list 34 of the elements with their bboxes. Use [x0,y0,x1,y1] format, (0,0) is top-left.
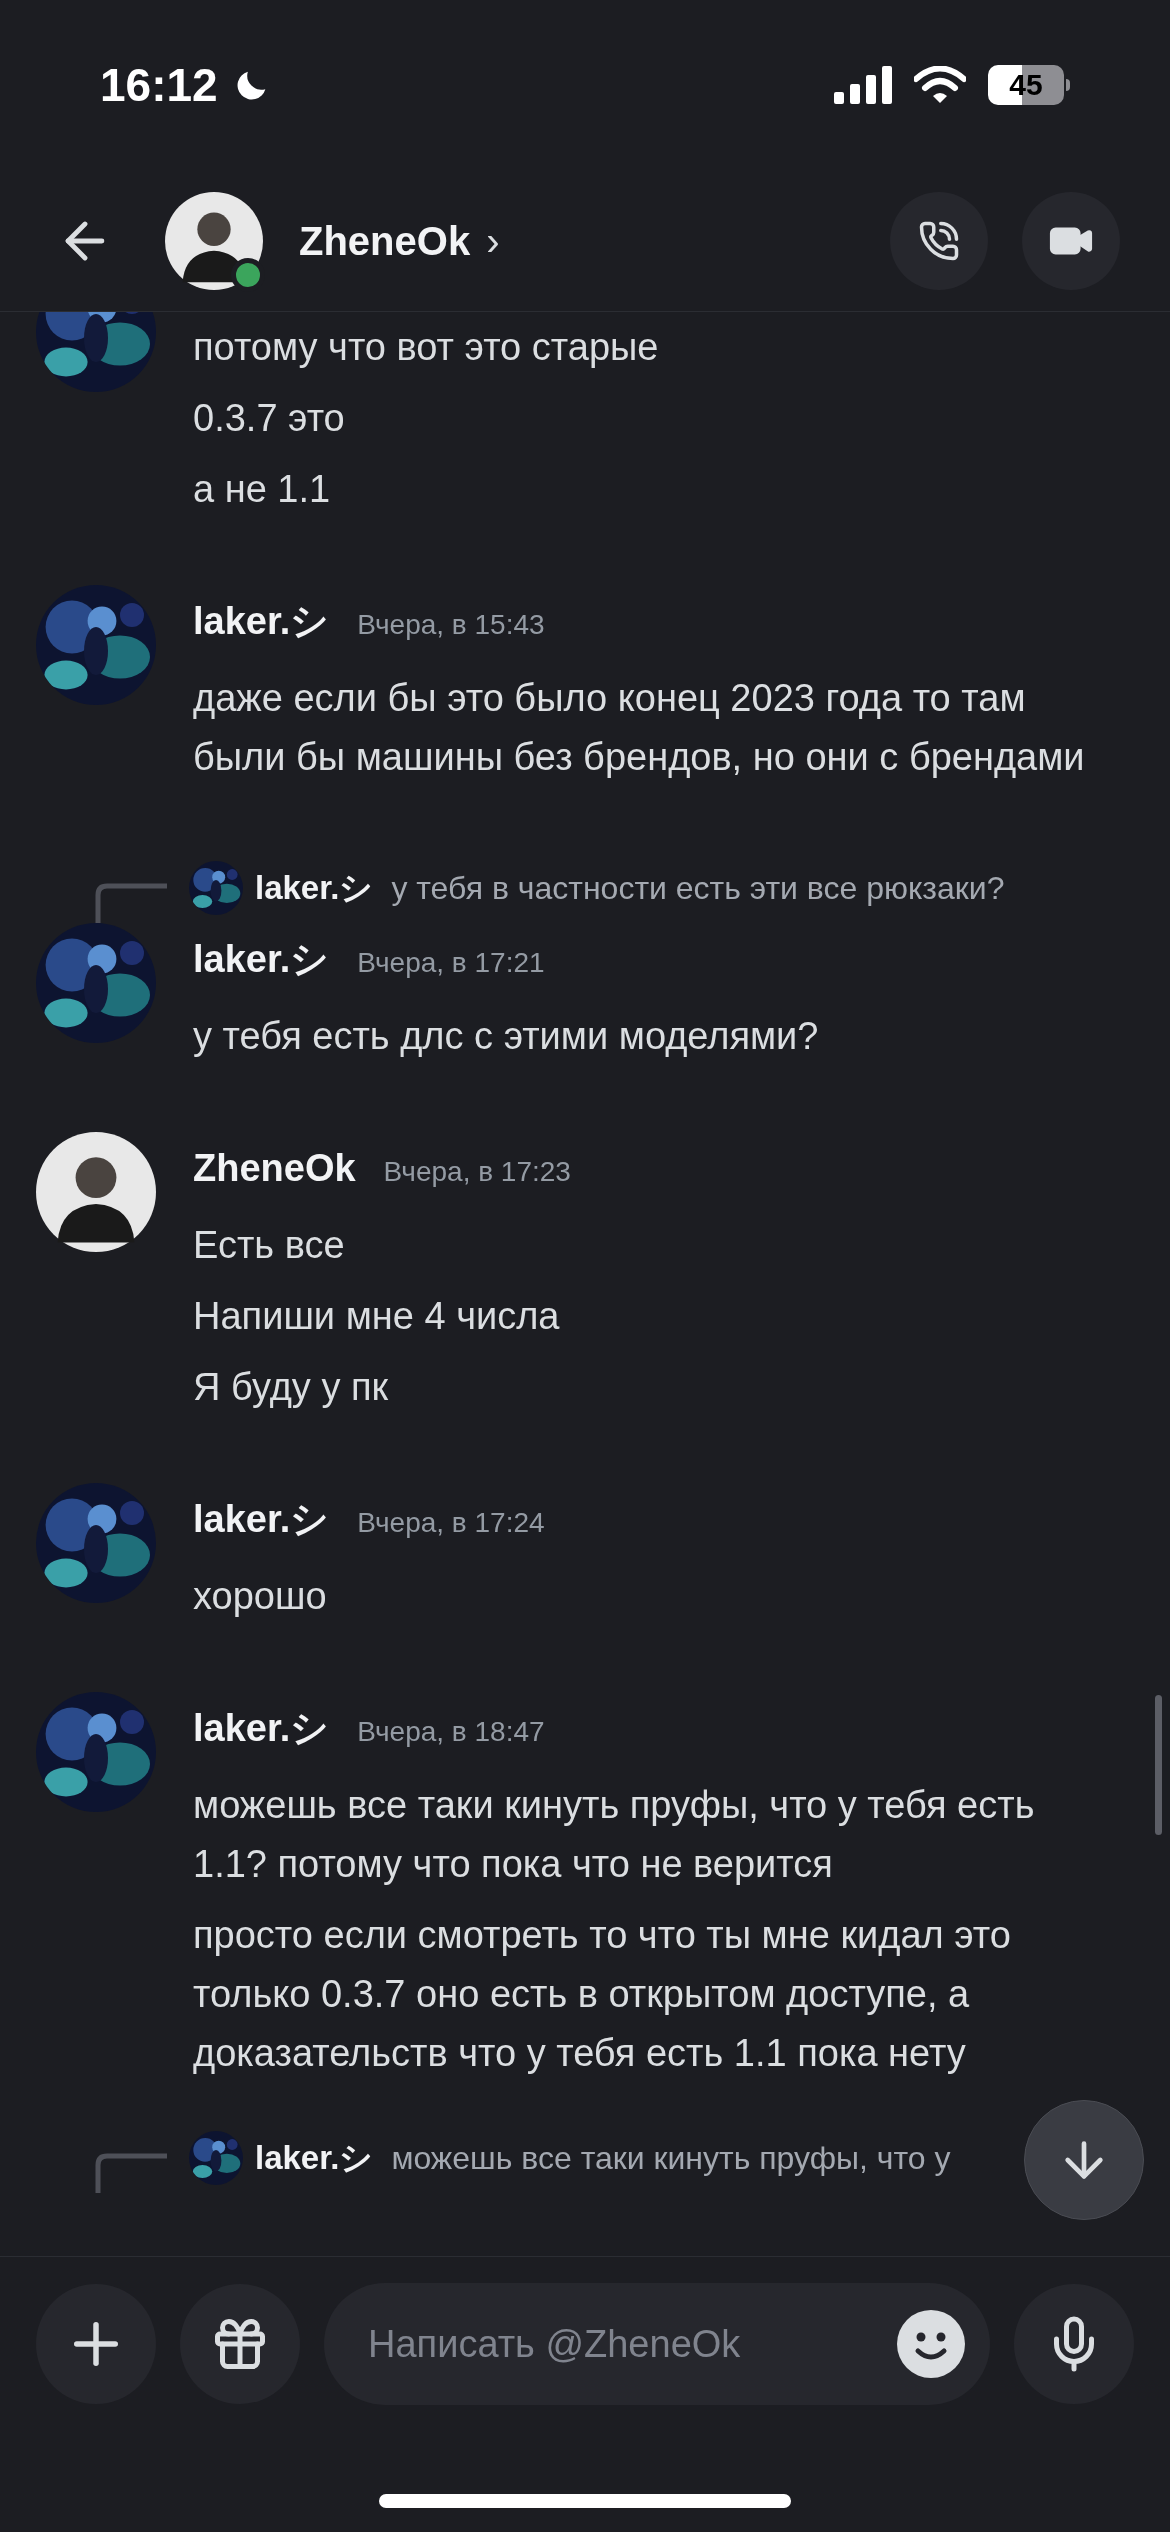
timestamp: Вчера, в 17:21 [357,946,545,980]
signal-icon [834,66,892,104]
message-text: просто если смотреть то что ты мне кидал это только 0.3.7 оно есть в открытом доступе, а доказательств что у тебя есть 1.1 пока нету [193,1913,1012,2076]
status-time: 16:12 [100,57,218,113]
timestamp: Вчера, в 17:24 [357,1506,545,1540]
reply-author: laker.シ [255,2138,374,2179]
timestamp: Вчера, в 17:23 [383,1155,571,1189]
author-name[interactable]: laker.シ [193,931,330,988]
phone-icon [918,219,960,262]
timestamp: Вчера, в 15:43 [357,608,545,642]
emoji-icon[interactable] [896,2309,966,2379]
author-name[interactable]: laker.シ [193,593,330,650]
reply-author: laker.シ [255,868,374,909]
message-text: потому что вот это старые [193,325,660,370]
message-text: Есть все [193,1223,346,1268]
message-input[interactable]: Написать @ZheneOk [324,2283,990,2405]
message-text: Я буду у пк [193,1365,390,1410]
author-name[interactable]: laker.シ [193,1491,330,1548]
reply-connector [95,883,167,923]
author-name[interactable]: ZheneOk [193,1140,356,1197]
author-name[interactable]: laker.シ [193,1700,330,1757]
reply-connector [95,2153,167,2193]
message-text: 0.3.7 это [193,396,346,441]
reply-text: можешь все таки кинуть пруфы, что у [391,2139,951,2178]
message-text: а не 1.1 [193,467,332,512]
message-text: даже если бы это было конец 2023 года то там были бы машины без брендов, но они с брендами [193,676,1086,780]
message-text: у тебя есть длс с этими моделями? [193,1014,820,1059]
chevron[interactable]: › [486,210,500,271]
timestamp: Вчера, в 18:47 [357,1715,545,1749]
contact-name[interactable]: ZheneOk [299,210,471,271]
message-text: хорошо [193,1574,328,1619]
message-text: Напиши мне 4 числа [193,1294,561,1339]
reply-text: у тебя в частности есть эти все рюкзаки? [391,869,1005,908]
wifi-icon [914,66,966,104]
